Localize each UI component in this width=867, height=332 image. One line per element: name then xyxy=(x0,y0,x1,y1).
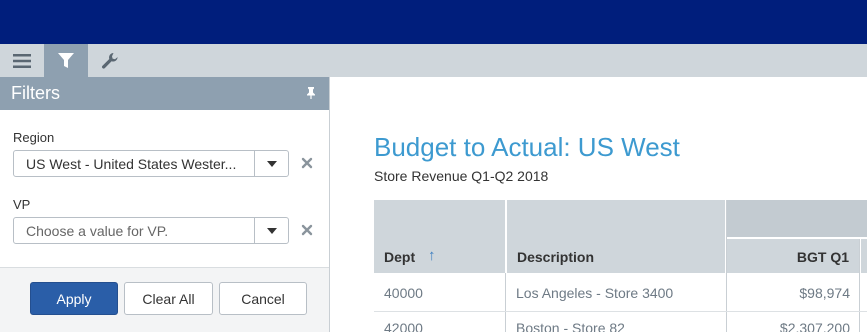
settings-button[interactable] xyxy=(88,44,132,77)
chevron-down-icon xyxy=(266,227,277,234)
report-subtitle: Store Revenue Q1-Q2 2018 xyxy=(374,168,549,184)
apply-button[interactable]: Apply xyxy=(30,282,118,315)
vp-clear-icon[interactable] xyxy=(301,224,313,236)
pin-icon[interactable] xyxy=(306,87,316,99)
app-header-bar xyxy=(0,0,867,44)
wrench-icon xyxy=(102,52,118,69)
cell-dept: 40000 xyxy=(384,285,423,301)
dept-header-label: Dept xyxy=(384,249,416,265)
cell-description: Los Angeles - Store 3400 xyxy=(516,285,674,301)
filter-icon xyxy=(58,52,74,68)
filter-button[interactable] xyxy=(44,44,88,77)
description-header-label: Description xyxy=(517,249,595,265)
cancel-button[interactable]: Cancel xyxy=(219,282,307,315)
region-dropdown-toggle[interactable] xyxy=(254,151,288,176)
toolbar xyxy=(0,44,867,77)
clear-all-button[interactable]: Clear All xyxy=(124,282,213,315)
cell-description: Boston - Store 82 xyxy=(516,320,625,332)
region-select[interactable]: US West - United States Wester... xyxy=(13,150,289,177)
filters-panel-header: Filters xyxy=(0,77,329,110)
cell-bgt-q1: $98,974 xyxy=(799,285,850,301)
menu-button[interactable] xyxy=(0,44,44,77)
column-header-bgt-q1[interactable]: BGT Q1 xyxy=(727,239,859,273)
chevron-down-icon xyxy=(266,160,277,167)
report-title: Budget to Actual: US West xyxy=(374,132,680,162)
cell-bgt-q1: $2,307,200 xyxy=(779,320,850,332)
column-divider xyxy=(726,200,727,332)
vp-select[interactable]: Choose a value for VP. xyxy=(13,217,289,244)
column-divider xyxy=(859,239,860,332)
vp-dropdown-toggle[interactable] xyxy=(254,218,288,243)
filters-panel: Filters Region US West - United States W… xyxy=(0,77,330,332)
column-header-next xyxy=(861,239,867,273)
vp-placeholder: Choose a value for VP. xyxy=(26,223,169,239)
bgt-q1-header-label: BGT Q1 xyxy=(796,249,849,265)
row-divider xyxy=(374,311,867,312)
vp-label: VP xyxy=(13,197,31,212)
cell-dept: 42000 xyxy=(384,320,423,332)
column-group-header xyxy=(727,200,867,237)
filters-actions: Apply Clear All Cancel xyxy=(0,267,329,332)
column-header-description[interactable]: Description xyxy=(507,200,725,273)
sort-ascending-icon[interactable]: ↑ xyxy=(428,247,436,264)
region-value: US West - United States Wester... xyxy=(26,156,237,172)
column-header-dept[interactable]: Dept ↑ xyxy=(374,200,505,273)
filters-title: Filters xyxy=(11,83,60,103)
hamburger-icon xyxy=(13,53,31,68)
region-label: Region xyxy=(13,130,55,145)
column-divider xyxy=(505,273,506,332)
region-clear-icon[interactable] xyxy=(301,157,313,169)
